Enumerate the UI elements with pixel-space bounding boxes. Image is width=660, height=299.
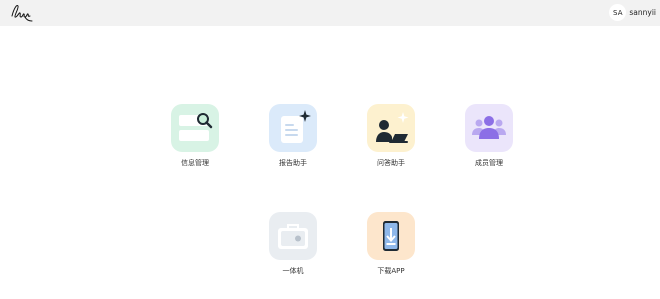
app-label: 下载APP bbox=[377, 267, 405, 275]
avatar[interactable]: SA bbox=[609, 4, 627, 21]
user-menu[interactable]: SA sannyii bbox=[609, 4, 656, 21]
top-bar: SA sannyii bbox=[0, 0, 660, 26]
app-label: 一体机 bbox=[282, 267, 304, 275]
app-label: 成员管理 bbox=[475, 159, 503, 167]
app-tile-report-assistant[interactable]: 报告助手 bbox=[258, 104, 328, 174]
app-label: 信息管理 bbox=[181, 159, 209, 167]
report-assistant-icon bbox=[269, 104, 317, 152]
app-tile-member-management[interactable]: 成员管理 bbox=[454, 104, 524, 174]
app-label: 报告助手 bbox=[279, 159, 307, 167]
member-management-icon bbox=[465, 104, 513, 152]
app-tile-qa-assistant[interactable]: 问答助手 bbox=[356, 104, 426, 174]
all-in-one-machine-icon bbox=[269, 212, 317, 260]
qa-assistant-icon bbox=[367, 104, 415, 152]
app-label: 问答助手 bbox=[377, 159, 405, 167]
app-tile-info-management[interactable]: 信息管理 bbox=[160, 104, 230, 174]
username[interactable]: sannyii bbox=[629, 8, 656, 17]
app-tile-download-app[interactable]: 下载APP bbox=[356, 212, 426, 282]
info-management-icon bbox=[171, 104, 219, 152]
signature-logo-icon[interactable] bbox=[10, 2, 34, 22]
download-app-icon bbox=[367, 212, 415, 260]
app-tile-all-in-one[interactable]: 一体机 bbox=[258, 212, 328, 282]
